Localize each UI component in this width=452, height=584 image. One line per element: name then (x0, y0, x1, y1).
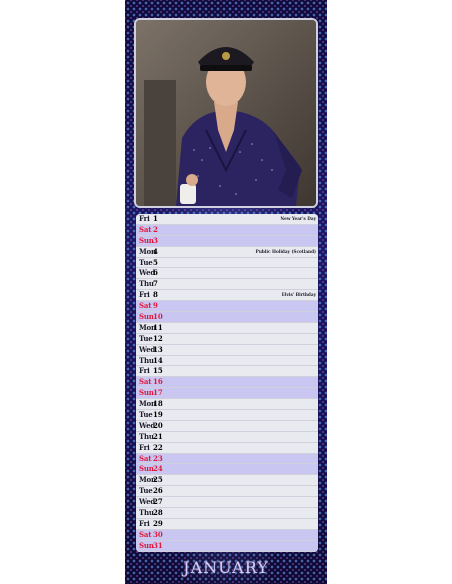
day-row: Mon 18 (136, 399, 318, 411)
day-number: 5 (153, 257, 158, 267)
day-number: 29 (153, 518, 163, 528)
day-number: 30 (153, 529, 163, 539)
day-row: Tue 5 (136, 257, 318, 269)
day-number: 7 (153, 279, 158, 289)
day-row: Mon 4 Public Holiday (Scotland) (136, 246, 318, 258)
day-row: Fri 1 New Year's Day (136, 214, 318, 225)
day-number: 17 (153, 388, 163, 398)
day-number: 15 (153, 366, 163, 376)
holiday-label: Public Holiday (Scotland) (255, 248, 316, 254)
day-number: 2 (153, 224, 158, 234)
day-number: 20 (153, 420, 163, 430)
day-row: Tue 19 (136, 410, 318, 421)
day-row: Mon 25 (136, 475, 318, 487)
cover-photo (134, 18, 318, 208)
day-row: Thu 14 (136, 355, 318, 367)
day-row: Thu 7 (136, 279, 318, 291)
photo-image (136, 20, 316, 206)
day-number: 28 (153, 508, 163, 518)
day-row: Sat 16 (136, 377, 318, 389)
day-row: Wed 27 (136, 497, 318, 509)
day-row: Thu 28 (136, 508, 318, 519)
day-row: Sun 17 (136, 388, 318, 400)
day-row: Sat 2 (136, 224, 318, 236)
day-number: 16 (153, 377, 163, 387)
day-row: Sun 24 (136, 464, 318, 476)
day-number: 24 (153, 464, 163, 474)
day-row: Wed 6 (136, 268, 318, 280)
day-row: Fri 22 (136, 442, 318, 454)
holiday-label: New Year's Day (280, 216, 316, 221)
day-row: Sat 23 (136, 453, 318, 465)
day-grid: Fri 1 New Year's Day Sat 2 Sun 3 Mon 4 Public Hol… (136, 214, 318, 552)
day-number: 4 (153, 246, 158, 256)
day-number: 22 (153, 442, 163, 452)
day-row: Thu 21 (136, 431, 318, 443)
day-number: 18 (153, 399, 163, 409)
day-row: Fri 15 (136, 366, 318, 378)
day-number: 26 (153, 486, 163, 496)
day-row: Sun 10 (136, 312, 318, 323)
day-number: 11 (153, 322, 163, 332)
day-number: 27 (153, 497, 163, 507)
day-row: Sun 3 (136, 235, 318, 247)
day-number: 21 (153, 431, 163, 441)
day-number: 3 (153, 235, 158, 245)
day-row: Sun 31 (136, 540, 318, 552)
month-title: JANUARY (183, 558, 269, 577)
day-number: 6 (153, 268, 158, 278)
day-number: 10 (153, 312, 163, 322)
holiday-label: Elvis' Birthday (281, 292, 316, 298)
day-row: Wed 20 (136, 420, 318, 432)
day-number: 25 (153, 475, 163, 485)
day-number: 1 (153, 214, 158, 223)
day-row: Tue 12 (136, 333, 318, 345)
day-number: 14 (153, 355, 163, 365)
day-number: 19 (153, 410, 163, 420)
day-number: 23 (153, 453, 163, 463)
day-row: Sat 30 (136, 529, 318, 541)
day-number: 13 (153, 344, 163, 354)
calendar-page: Fri 1 New Year's Day Sat 2 Sun 3 Mon 4 Public Hol… (125, 0, 327, 584)
day-number: 12 (153, 333, 163, 343)
day-number: 8 (153, 290, 158, 300)
day-row: Fri 29 (136, 518, 318, 530)
day-row: Tue 26 (136, 486, 318, 498)
day-row: Wed 13 (136, 344, 318, 356)
day-row: Mon 11 (136, 322, 318, 334)
day-row: Fri 8 Elvis' Birthday (136, 290, 318, 302)
day-number: 31 (153, 540, 163, 550)
day-number: 9 (153, 301, 158, 311)
day-row: Sat 9 (136, 301, 318, 313)
